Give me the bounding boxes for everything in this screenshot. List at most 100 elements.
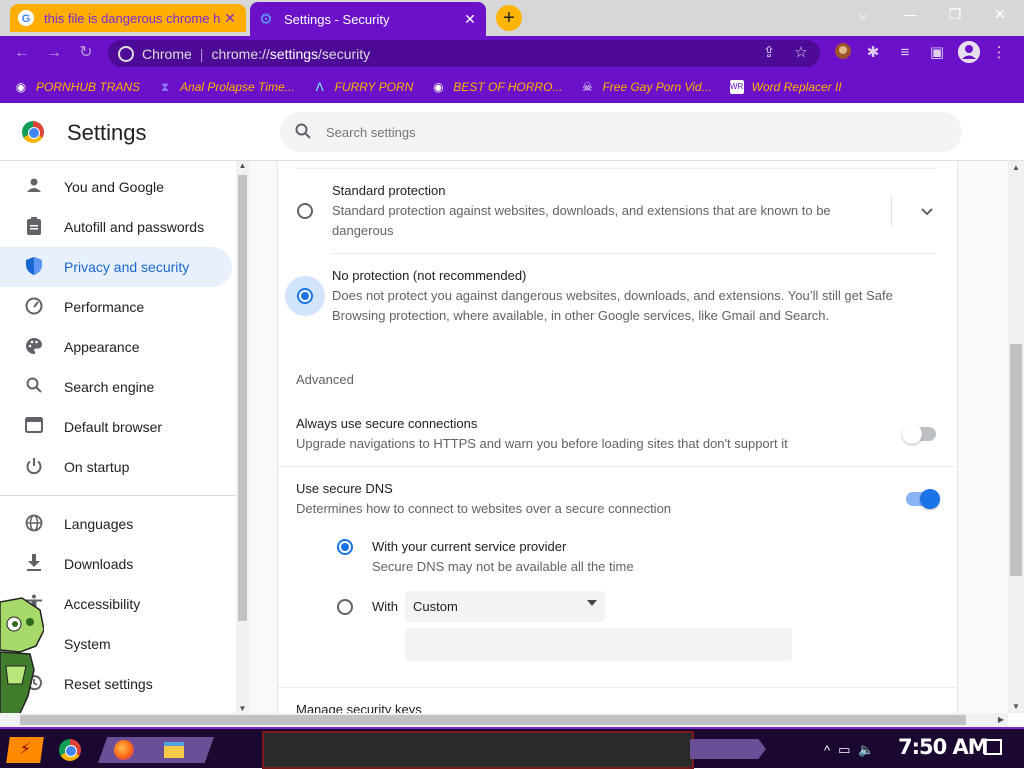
forward-arrow-icon[interactable]: → bbox=[42, 41, 66, 65]
page-scrollbar[interactable]: ▲ ▼ bbox=[1008, 161, 1024, 713]
secure-dns-title: Use secure DNS bbox=[296, 481, 393, 496]
bookmark-label: Word Replacer II bbox=[751, 79, 842, 94]
scroll-down-icon[interactable]: ▼ bbox=[1008, 702, 1024, 711]
dns-current-provider-radio[interactable] bbox=[337, 539, 353, 555]
sidebar-item-label: Appearance bbox=[64, 339, 140, 355]
no-protection-radio[interactable] bbox=[297, 288, 313, 304]
sidebar-scrollbar[interactable]: ▲ ▼ bbox=[236, 161, 249, 713]
address-bar[interactable]: Chrome | chrome://settings/security bbox=[108, 40, 820, 67]
sidebar-item-label: You and Google bbox=[64, 179, 164, 195]
scroll-up-icon[interactable]: ▲ bbox=[1008, 163, 1024, 172]
bookmark-item[interactable]: ◉ BEST OF HORRO... bbox=[431, 80, 562, 94]
search-icon bbox=[294, 123, 312, 141]
no-protection-desc: Does not protect you against dangerous w… bbox=[332, 288, 893, 303]
scroll-up-icon[interactable]: ▲ bbox=[236, 161, 249, 170]
file-explorer-taskbar-icon[interactable] bbox=[160, 737, 188, 763]
sidebar-item-appearance[interactable]: Appearance bbox=[0, 327, 232, 367]
search-input[interactable] bbox=[326, 124, 826, 140]
sidebar-item-autofill[interactable]: Autofill and passwords bbox=[0, 207, 232, 247]
volume-icon[interactable]: 🔈 bbox=[858, 742, 874, 758]
horizontal-scrollbar[interactable]: ▶ bbox=[0, 713, 1008, 727]
secure-connections-toggle[interactable] bbox=[902, 424, 936, 444]
reload-icon[interactable]: ↻ bbox=[74, 41, 98, 65]
scrollbar-thumb[interactable] bbox=[1010, 344, 1022, 576]
taskbar-center-artwork bbox=[262, 731, 694, 769]
settings-header: Settings bbox=[0, 103, 1024, 161]
restore-icon[interactable]: ❐ bbox=[943, 6, 967, 26]
sidebar-item-privacy-security[interactable]: Privacy and security bbox=[0, 247, 232, 287]
secure-dns-toggle[interactable] bbox=[906, 489, 940, 509]
taskbar-clock[interactable]: 7:50 AM bbox=[898, 735, 989, 759]
tab-search-icon[interactable]: ⌵ bbox=[851, 6, 875, 26]
bookmark-star-icon[interactable]: ☆ bbox=[790, 42, 812, 64]
custom-dns-input[interactable] bbox=[405, 628, 792, 661]
side-panel-icon[interactable]: ▣ bbox=[926, 42, 948, 64]
bookmark-label: BEST OF HORRO... bbox=[453, 79, 563, 94]
tab-close-icon[interactable]: ✕ bbox=[222, 10, 238, 27]
dns-provider-select[interactable]: Custom bbox=[405, 591, 605, 622]
new-tab-button[interactable]: + bbox=[496, 5, 522, 31]
chevron-up-icon[interactable]: ^ bbox=[824, 743, 830, 758]
tab-dangerous-file[interactable]: G this file is dangerous chrome h ✕ bbox=[10, 4, 246, 32]
bookmark-label: Free Gay Porn Vid... bbox=[602, 79, 712, 94]
bookmark-item[interactable]: Λ FURRY PORN bbox=[313, 80, 414, 94]
close-window-icon[interactable]: ✕ bbox=[988, 6, 1012, 26]
scroll-down-icon[interactable]: ▼ bbox=[236, 704, 249, 713]
sidebar-item-performance[interactable]: Performance bbox=[0, 287, 232, 327]
sidebar-item-label: Privacy and security bbox=[64, 259, 190, 275]
advanced-heading: Advanced bbox=[296, 372, 354, 387]
sidebar-item-languages[interactable]: Languages bbox=[0, 504, 232, 544]
start-button[interactable]: ⚡ bbox=[6, 737, 44, 763]
expand-chevron-down-icon[interactable] bbox=[917, 201, 937, 221]
extensions-puzzle-icon[interactable]: ✱ bbox=[862, 42, 884, 64]
tab-title: this file is dangerous chrome h bbox=[44, 10, 221, 26]
more-menu-icon[interactable]: ⋮ bbox=[988, 42, 1010, 64]
sidebar-item-downloads[interactable]: Downloads bbox=[0, 544, 232, 584]
chrome-logo-icon bbox=[22, 121, 44, 143]
scrollbar-thumb[interactable] bbox=[238, 175, 247, 621]
scroll-right-icon[interactable]: ▶ bbox=[998, 713, 1004, 727]
sidebar-divider bbox=[0, 495, 236, 496]
network-icon[interactable]: ▭ bbox=[838, 742, 850, 758]
share-icon[interactable]: ⇪ bbox=[758, 42, 780, 64]
standard-protection-radio[interactable] bbox=[297, 203, 313, 219]
sidebar-item-default-browser[interactable]: Default browser bbox=[0, 407, 232, 447]
google-g-icon: G bbox=[18, 10, 34, 26]
no-protection-desc-2: Browsing protection, where available, in… bbox=[332, 308, 830, 323]
bookmark-item[interactable]: ☠ Free Gay Porn Vid... bbox=[580, 79, 712, 94]
chrome-site-icon bbox=[118, 45, 134, 62]
omnibox-separator: | bbox=[199, 45, 204, 62]
shield-icon bbox=[24, 257, 44, 277]
system-tray: ^ ▭ 🔈 bbox=[824, 737, 883, 763]
secure-connections-desc: Upgrade navigations to HTTPS and warn yo… bbox=[296, 436, 788, 451]
bookmarks-bar: ◉ PORNHUB TRANS ⧗ Anal Prolapse Time... ΛF… bbox=[0, 70, 1024, 103]
extension-profile-icon[interactable] bbox=[832, 42, 854, 64]
bookmark-item[interactable]: ◉ PORNHUB TRANS bbox=[14, 80, 140, 94]
dns-custom-radio[interactable] bbox=[337, 599, 353, 615]
bookmark-item[interactable]: WR Word Replacer II bbox=[729, 79, 842, 94]
download-icon bbox=[24, 554, 44, 574]
sidebar-item-search-engine[interactable]: Search engine bbox=[0, 367, 232, 407]
security-keys-title[interactable]: Manage security keys bbox=[296, 702, 422, 713]
tab-strip: G this file is dangerous chrome h ✕ ⚙ Se… bbox=[0, 0, 1024, 36]
minimize-icon[interactable]: — bbox=[898, 6, 922, 26]
scrollbar-thumb[interactable] bbox=[20, 715, 966, 725]
chrome-taskbar-icon[interactable] bbox=[56, 737, 84, 763]
bookmark-item[interactable]: ⧗ Anal Prolapse Time... bbox=[158, 80, 295, 94]
browser-icon bbox=[24, 417, 44, 437]
reading-list-icon[interactable]: ≡ bbox=[894, 42, 916, 64]
back-arrow-icon[interactable]: ← bbox=[10, 41, 34, 65]
profile-avatar-icon[interactable] bbox=[958, 41, 980, 63]
tab-close-icon[interactable]: ✕ bbox=[462, 11, 478, 28]
notification-icon[interactable] bbox=[984, 739, 1002, 755]
tab-settings-security[interactable]: ⚙ Settings - Security ✕ bbox=[250, 2, 486, 36]
sidebar-item-on-startup[interactable]: On startup bbox=[0, 447, 232, 487]
clipboard-icon bbox=[24, 217, 44, 237]
globe-icon: ◉ bbox=[15, 79, 27, 94]
sidebar-item-you-and-google[interactable]: You and Google bbox=[0, 167, 232, 207]
dns-custom-label: With bbox=[372, 599, 398, 614]
page-title: Settings bbox=[67, 120, 147, 145]
search-settings-box[interactable] bbox=[280, 112, 962, 152]
firefox-taskbar-icon[interactable] bbox=[110, 737, 138, 763]
standard-protection-desc-2: dangerous bbox=[332, 223, 394, 238]
